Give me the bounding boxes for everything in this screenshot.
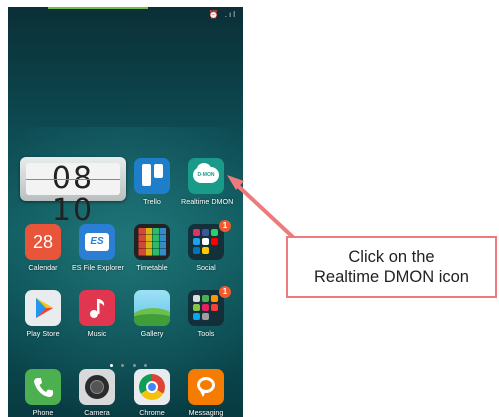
callout-line2: Realtime DMON icon — [314, 268, 469, 286]
callout-line1: Click on the — [348, 248, 435, 266]
instruction-callout: Click on the Realtime DMON icon — [286, 236, 497, 298]
annotation-arrow — [227, 175, 298, 242]
